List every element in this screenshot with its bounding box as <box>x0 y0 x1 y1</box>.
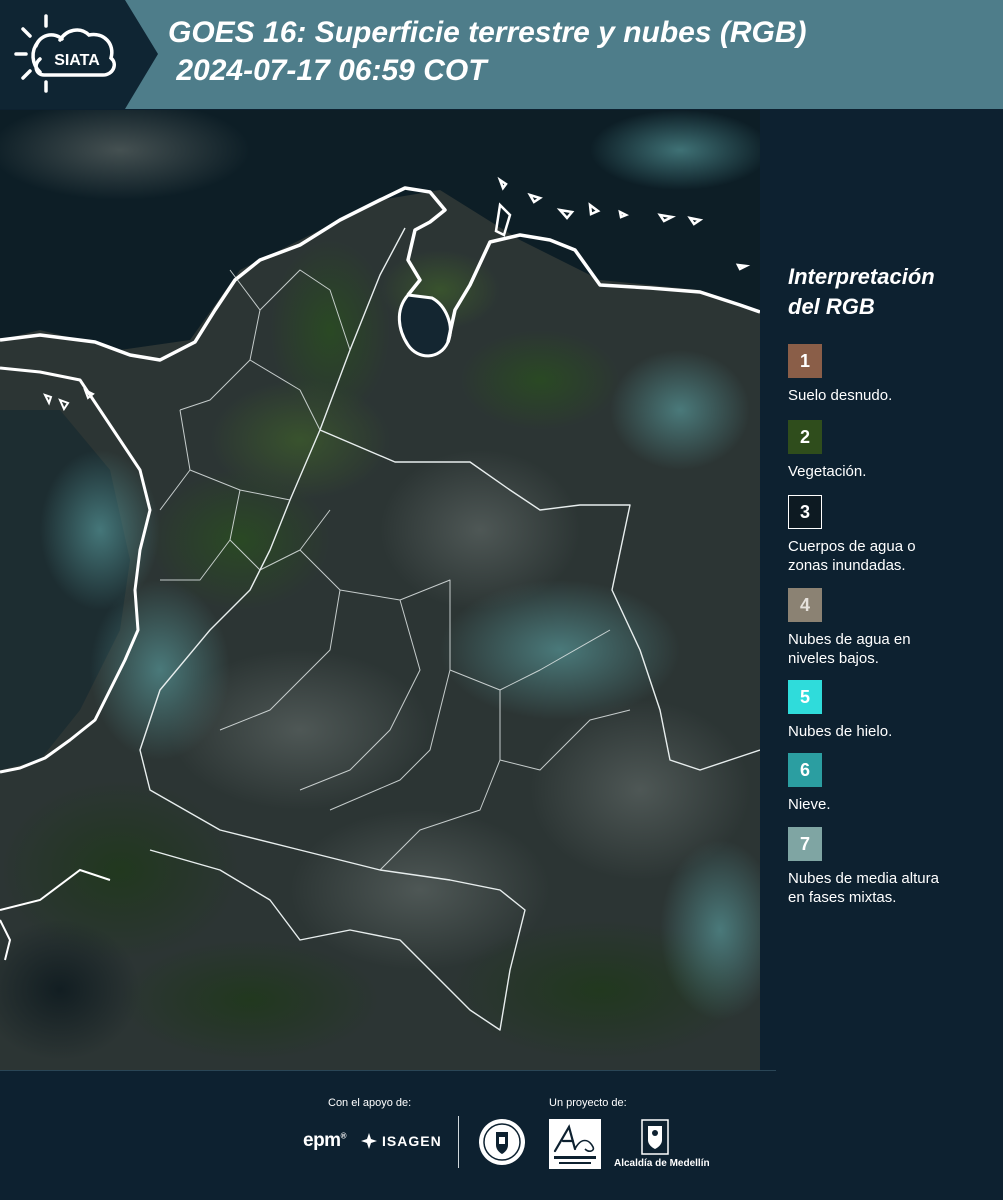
project-label: Un proyecto de: <box>549 1097 627 1109</box>
legend-swatch: 2 <box>788 420 822 454</box>
legend-label: Vegetación. <box>788 463 867 480</box>
isagen-logo: ISAGEN <box>360 1132 442 1150</box>
legend-label: Nubes de agua en niveles bajos. <box>788 631 911 667</box>
support-label: Con el apoyo de: <box>328 1097 412 1109</box>
legend-swatch: 6 <box>788 753 822 787</box>
footer-rule <box>0 1070 776 1071</box>
siata-logo-text: SIATA <box>54 52 100 69</box>
legend-swatch: 5 <box>788 680 822 714</box>
legend-item: 5 Nubes de hielo. <box>788 680 1003 741</box>
legend-title: Interpretación del RGB <box>788 264 935 319</box>
page-title: GOES 16: Superficie terrestre y nubes (R… <box>168 16 807 87</box>
epm-logo-text: epm <box>303 1130 341 1151</box>
university-seal-icon <box>479 1119 525 1165</box>
legend-item: 7 Nubes de media altura en fases mixtas. <box>788 827 1003 907</box>
isagen-logo-text: ISAGEN <box>382 1133 442 1149</box>
legend-item: 2 Vegetación. <box>788 420 1003 481</box>
footer-divider <box>458 1116 459 1168</box>
sun-cloud-icon: SIATA <box>14 14 116 93</box>
legend-label: Nieve. <box>788 796 831 813</box>
footer: Con el apoyo de: Un proyecto de: epm® IS… <box>0 1070 1003 1200</box>
legend-swatch: 7 <box>788 827 822 861</box>
legend-swatch: 3 <box>788 495 822 529</box>
legend-label: Nubes de hielo. <box>788 723 893 740</box>
legend-item: 3 Cuerpos de agua o zonas inundadas. <box>788 495 1003 575</box>
legend-swatch: 4 <box>788 588 822 622</box>
legend-swatch: 1 <box>788 344 822 378</box>
isagen-star-icon <box>361 1133 377 1149</box>
legend-item: 1 Suelo desnudo. <box>788 344 1003 405</box>
header: SIATA GOES 16: Superficie terrestre y nu… <box>0 0 1003 109</box>
siata-logo: SIATA <box>0 0 158 109</box>
area-metropolitana-icon <box>553 1124 596 1164</box>
satellite-map <box>0 110 760 1070</box>
alcaldia-label: Alcaldía de Medellín <box>614 1158 710 1169</box>
legend-label: Cuerpos de agua o zonas inundadas. <box>788 538 916 574</box>
legend-label: Suelo desnudo. <box>788 387 893 404</box>
legend-label: Nubes de media altura en fases mixtas. <box>788 870 939 906</box>
legend-item: 6 Nieve. <box>788 753 1003 814</box>
epm-logo: epm® <box>303 1130 347 1151</box>
legend-panel: Interpretación del RGB 1 Suelo desnudo. … <box>776 110 1003 1070</box>
area-metropolitana-logo <box>549 1119 601 1169</box>
alcaldia-shield-icon <box>641 1119 669 1155</box>
legend-item: 4 Nubes de agua en niveles bajos. <box>788 588 1003 668</box>
